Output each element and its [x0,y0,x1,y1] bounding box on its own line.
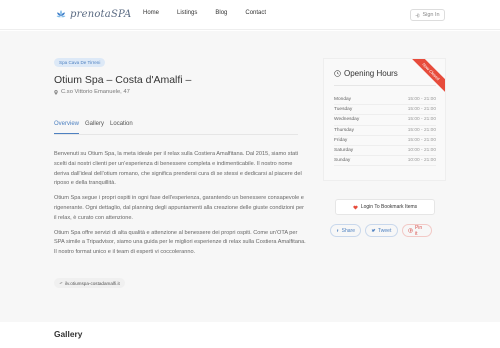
tab-gallery[interactable]: Gallery [85,121,104,134]
time-range: 10:00 - 21:00 [407,158,436,164]
share-label: Pin it [414,224,423,237]
logo-text: prenotaSPA [70,8,132,20]
heart-icon [353,205,358,209]
description-paragraph: Benvenuti su Otium Spa, la meta ideale p… [54,151,302,187]
sign-in-label: Sign In [422,12,440,18]
map-pin-icon [54,89,58,95]
day-label: Monday [334,97,352,103]
bookmark-button[interactable]: Login To Bookmark Items [335,199,435,215]
listing-address: C.so Vittorio Emanuele, 47 [54,89,130,95]
nav-listings[interactable]: Listings [177,10,197,16]
twitter-icon [371,228,376,232]
description-paragraph: Otium Spa segue i propri ospiti in ogni … [54,195,305,221]
hours-row: Sunday 10:00 - 21:00 [334,156,436,167]
listing-description: Benvenuti su Otium Spa, la meta ideale p… [54,150,306,263]
hours-divider [334,85,436,86]
day-label: Tuesday [334,107,353,113]
share-buttons: Share Tweet Pin it [330,224,432,237]
hours-row: Monday 15:00 - 21:00 [334,95,436,106]
description-paragraph: Otium Spa offre servizi di alta qualità … [54,229,306,256]
day-label: Sunday [334,158,351,164]
hours-row: Saturday 10:00 - 21:00 [334,146,436,157]
facebook-share-button[interactable]: Share [330,224,361,237]
opening-hours-title: Opening Hours [344,69,398,78]
opening-hours-heading: Opening Hours [334,69,398,78]
clock-icon [334,70,341,77]
gallery-heading: Gallery [54,329,83,339]
top-navbar: prenotaSPA Home Listings Blog Contact Si… [0,0,500,30]
time-range: 15:00 - 21:00 [407,137,436,143]
website-link[interactable]: ilv.otiumspa-costadamalfi.it [54,278,125,288]
facebook-icon [336,229,339,232]
opening-hours-card: Now Closed Opening Hours Monday 15:00 - 2… [323,58,446,181]
address-text: C.so Vittorio Emanuele, 47 [61,89,130,95]
time-range: 15:00 - 21:00 [407,127,436,133]
hours-row: Friday 15:00 - 21:00 [334,136,436,146]
listing-tabs: Overview Gallery Location [54,121,298,135]
tab-overview[interactable]: Overview [54,121,80,134]
share-label: Tweet [378,227,392,234]
share-label: Share [341,227,355,234]
time-range: 15:00 - 21:00 [407,107,436,113]
time-range: 15:00 - 21:00 [407,117,436,123]
main-nav: Home Listings Blog Contact [143,10,284,16]
day-label: Thursday [334,127,354,133]
time-range: 15:00 - 21:00 [407,97,436,103]
hours-row: Wednesday 15:00 - 21:00 [334,115,436,126]
listing-title: Otium Spa – Costa d'Amalfi – [54,74,192,86]
hours-row: Thursday 15:00 - 21:00 [334,126,436,136]
website-link-text: ilv.otiumspa-costadamalfi.it [65,280,120,286]
hours-list: Monday 15:00 - 21:00 Tuesday 15:00 - 21:00… [334,95,436,167]
time-range: 10:00 - 21:00 [407,148,436,154]
nav-blog[interactable]: Blog [215,10,227,16]
nav-contact[interactable]: Contact [245,10,266,16]
category-badge[interactable]: Spa Cava De Tirreni [54,58,106,67]
status-ribbon: Now Closed [406,59,445,96]
link-icon [59,281,63,285]
sign-in-button[interactable]: Sign In [410,9,445,21]
sign-in-icon [415,13,420,17]
pinterest-icon [408,228,413,233]
lotus-logo-icon [56,10,66,18]
tab-location[interactable]: Location [110,121,133,134]
day-label: Saturday [334,148,354,154]
twitter-share-button[interactable]: Tweet [365,224,398,237]
hours-row: Tuesday 15:00 - 21:00 [334,105,436,116]
site-logo[interactable]: prenotaSPA [55,8,131,20]
nav-home[interactable]: Home [143,10,159,16]
day-label: Wednesday [334,117,360,123]
bookmark-label: Login To Bookmark Items [360,204,418,210]
day-label: Friday [334,137,348,143]
pinterest-share-button[interactable]: Pin it [402,224,432,237]
